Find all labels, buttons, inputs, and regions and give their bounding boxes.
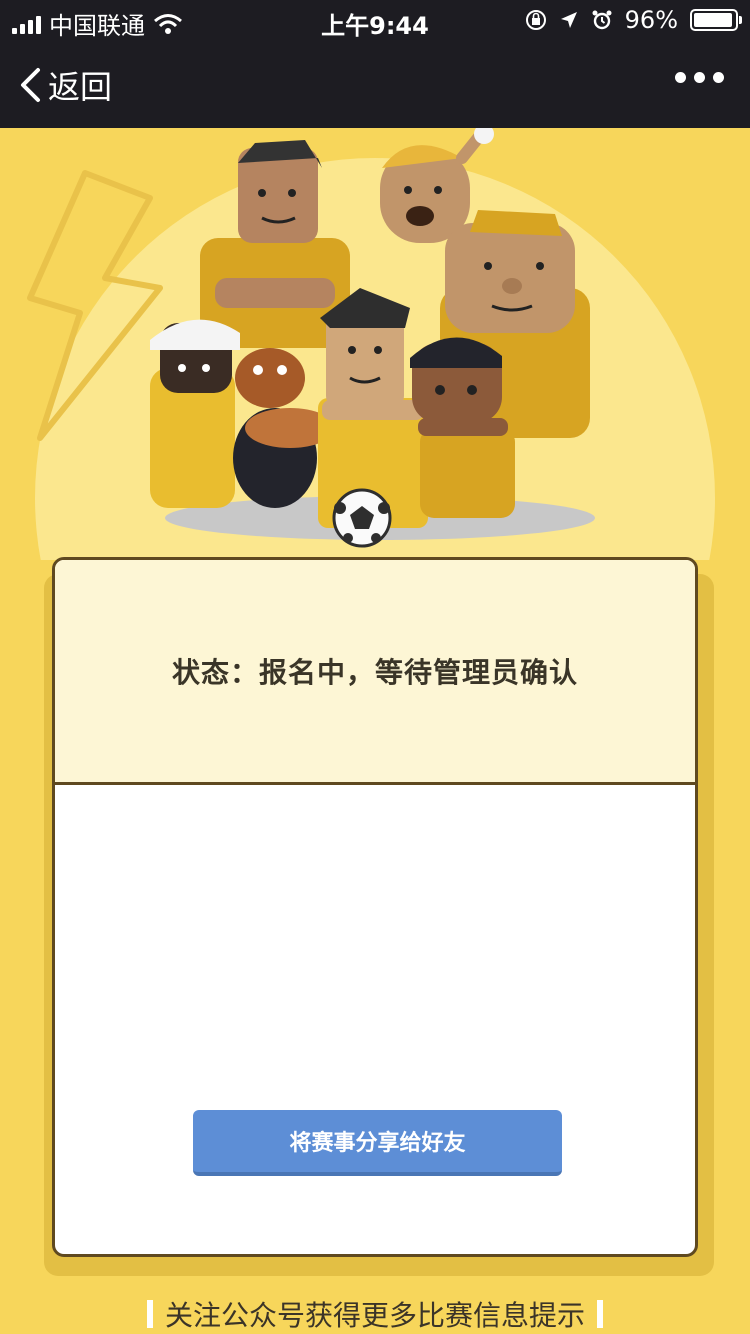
player-small-right xyxy=(410,337,515,518)
battery-icon xyxy=(690,9,742,31)
back-button[interactable]: 返回 xyxy=(18,62,112,108)
back-label: 返回 xyxy=(48,68,113,106)
follow-right-bar xyxy=(597,1300,603,1328)
share-event-button[interactable]: 将赛事分享给好友 xyxy=(193,1110,562,1176)
more-options-icon[interactable] xyxy=(675,72,724,83)
status-icons: 96% xyxy=(525,6,742,34)
alarm-icon xyxy=(592,10,612,30)
battery-level xyxy=(694,13,733,27)
battery-percent: 96% xyxy=(624,6,678,34)
registration-status-text: 状态：报名中，等待管理员确认 xyxy=(171,656,578,689)
follow-prompt: 关注公众号获得更多比赛信息提示 xyxy=(0,1294,750,1334)
soccer-ball-icon xyxy=(332,488,392,548)
rotation-lock-icon xyxy=(525,10,546,30)
nav-bar: 返回 xyxy=(0,40,750,128)
status-bar: 中国联通 上午9:44 96% xyxy=(0,0,750,40)
card-status-section: 状态：报名中，等待管理员确认 xyxy=(55,560,695,785)
location-icon xyxy=(560,12,577,28)
hero-illustration xyxy=(0,128,750,560)
top-bar: 中国联通 上午9:44 96% 返回 xyxy=(0,0,750,128)
follow-text: 关注公众号获得更多比赛信息提示 xyxy=(164,1299,585,1332)
chevron-left-icon xyxy=(21,68,40,102)
registration-card: 状态：报名中，等待管理员确认 将赛事分享给好友 xyxy=(52,557,698,1257)
follow-left-bar xyxy=(146,1300,153,1328)
player-cap-masked xyxy=(150,319,240,508)
